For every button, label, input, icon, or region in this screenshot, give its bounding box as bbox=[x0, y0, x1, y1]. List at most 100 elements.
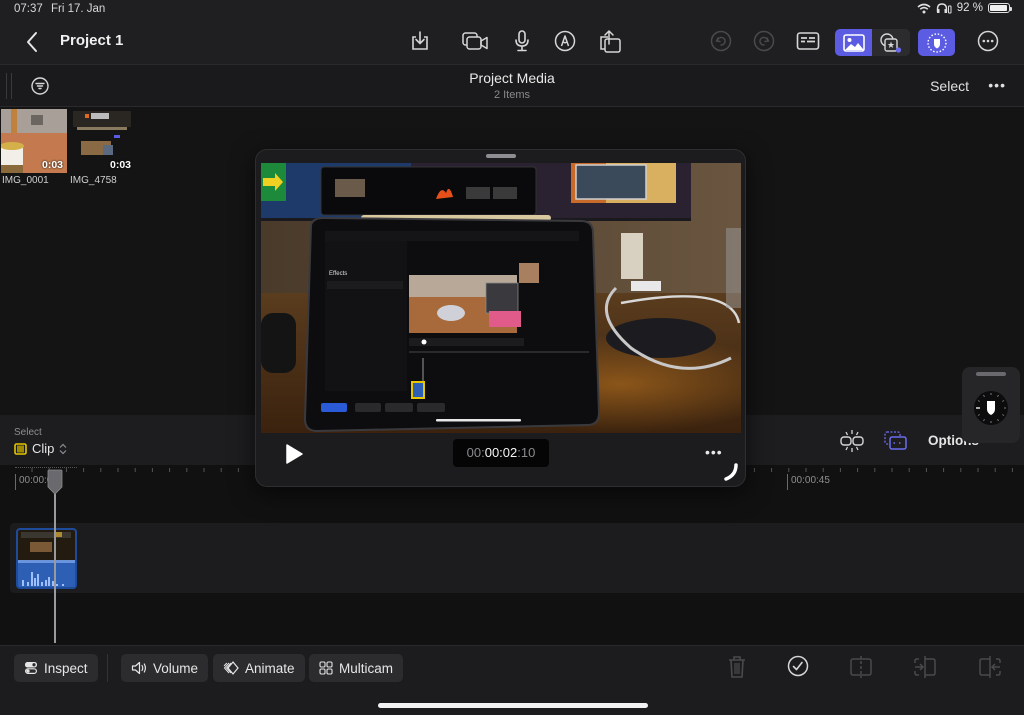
import-button[interactable] bbox=[407, 28, 433, 54]
media-duration: 0:03 bbox=[41, 159, 63, 171]
ruler-range-marker bbox=[15, 467, 77, 469]
speaker-icon bbox=[131, 661, 146, 675]
battery-percent: 92 % bbox=[956, 2, 983, 14]
inspect-label: Inspect bbox=[44, 660, 88, 676]
popover-resize-handle[interactable] bbox=[723, 463, 739, 481]
more-button[interactable] bbox=[975, 28, 1001, 54]
privacy-button[interactable] bbox=[918, 29, 955, 56]
camera-icon bbox=[462, 32, 488, 50]
main-track bbox=[10, 523, 1024, 593]
more-icon bbox=[977, 30, 999, 52]
undo-button[interactable] bbox=[708, 28, 734, 54]
select-mode-value: Clip bbox=[32, 441, 55, 456]
multitrack-button[interactable] bbox=[883, 429, 909, 453]
multicam-button[interactable]: Multicam bbox=[309, 654, 404, 682]
timeline-clip[interactable] bbox=[16, 528, 77, 589]
voiceover-button[interactable] bbox=[509, 28, 535, 54]
status-time: 07:37 bbox=[14, 3, 43, 15]
media-name: IMG_0001 bbox=[2, 175, 49, 186]
widget-grabber[interactable] bbox=[976, 372, 1006, 376]
split-button[interactable] bbox=[848, 654, 874, 680]
media-browser-toggle[interactable] bbox=[835, 29, 872, 56]
timecode-frames: 10 bbox=[520, 445, 536, 460]
privacy-dial-widget[interactable] bbox=[962, 367, 1020, 443]
media-more-button[interactable]: ••• bbox=[988, 77, 1006, 93]
draw-button[interactable] bbox=[552, 28, 578, 54]
headphones-icon bbox=[936, 2, 952, 13]
svg-text:Effects: Effects bbox=[329, 271, 347, 277]
play-button[interactable] bbox=[282, 442, 306, 466]
timecode-display: 00:00:02:10 bbox=[453, 439, 549, 467]
ruler-label: 00:00:45 bbox=[787, 474, 830, 490]
checkmark-circle-icon bbox=[787, 655, 809, 677]
play-icon bbox=[286, 444, 303, 464]
delete-button[interactable] bbox=[725, 654, 751, 680]
animate-label: Animate bbox=[245, 660, 295, 676]
trash-icon bbox=[729, 656, 745, 678]
video-frame-image: Effects bbox=[261, 163, 741, 433]
pencil-icon bbox=[554, 30, 576, 52]
inspector-button[interactable] bbox=[795, 28, 821, 54]
effects-browser-toggle[interactable] bbox=[872, 29, 910, 56]
trim-start-button[interactable] bbox=[912, 654, 938, 680]
microphone-icon bbox=[515, 30, 529, 52]
media-browser-title: Project Media bbox=[469, 70, 555, 86]
timecode-main: 00:02 bbox=[484, 445, 518, 460]
top-bar: 07:37 Fri 17. Jan 92 % Project 1 bbox=[0, 0, 1024, 64]
back-button[interactable] bbox=[22, 30, 42, 54]
volume-button[interactable]: Volume bbox=[121, 654, 209, 682]
dial-knob[interactable] bbox=[973, 390, 1009, 426]
multicam-label: Multicam bbox=[339, 660, 394, 676]
select-mode-picker[interactable]: Clip bbox=[14, 441, 67, 456]
media-duration: 0:03 bbox=[109, 159, 131, 171]
playhead-handle[interactable] bbox=[47, 469, 63, 495]
select-mode-label: Select bbox=[14, 427, 42, 438]
video-preview[interactable]: Effects bbox=[261, 163, 741, 433]
media-name: IMG_4758 bbox=[70, 175, 117, 186]
project-title: Project 1 bbox=[60, 32, 124, 49]
split-icon bbox=[850, 656, 872, 678]
resize-corner-icon bbox=[724, 463, 738, 481]
photo-icon bbox=[842, 33, 865, 52]
battery-fill bbox=[990, 5, 1007, 11]
playhead-knob-icon bbox=[47, 469, 63, 495]
chevron-updown-icon bbox=[59, 443, 67, 454]
multitrack-icon bbox=[884, 431, 907, 450]
popover-grabber[interactable] bbox=[486, 154, 516, 158]
inspect-icon bbox=[25, 662, 38, 675]
inspect-button[interactable]: Inspect bbox=[14, 654, 98, 682]
volume-label: Volume bbox=[153, 660, 199, 676]
media-browser-header: Project Media 2 Items Select ••• bbox=[0, 64, 1024, 107]
done-button[interactable] bbox=[786, 654, 812, 680]
select-button[interactable]: Select bbox=[930, 78, 969, 94]
playhead-line bbox=[54, 477, 56, 643]
camera-button[interactable] bbox=[460, 28, 490, 54]
snapping-button[interactable] bbox=[838, 429, 866, 453]
effects-browser-icon bbox=[880, 32, 902, 53]
back-chevron-icon bbox=[27, 32, 37, 52]
snapping-icon bbox=[840, 430, 864, 452]
redo-icon bbox=[753, 30, 775, 52]
media-item-count: 2 Items bbox=[493, 89, 531, 101]
share-button[interactable] bbox=[597, 28, 623, 54]
dial-shield-icon bbox=[974, 391, 1008, 425]
trim-start-icon bbox=[914, 656, 936, 678]
toolbar-divider bbox=[107, 654, 108, 682]
redo-button[interactable] bbox=[751, 28, 777, 54]
battery-icon bbox=[988, 3, 1012, 13]
preview-more-button[interactable]: ••• bbox=[705, 444, 723, 460]
wifi-icon bbox=[917, 3, 931, 13]
status-date: Fri 17. Jan bbox=[51, 3, 106, 15]
animate-button[interactable]: Animate bbox=[213, 654, 305, 682]
share-icon bbox=[600, 30, 621, 53]
media-item[interactable]: 0:03 bbox=[1, 109, 67, 173]
keyframe-icon bbox=[223, 661, 239, 675]
preview-popover: Effects 00:00:02:10 ••• bbox=[255, 149, 746, 487]
home-indicator[interactable] bbox=[378, 703, 648, 708]
inspector-icon bbox=[796, 32, 820, 50]
timecode-hours: 00: bbox=[466, 445, 485, 460]
media-item[interactable]: 0:03 bbox=[69, 109, 135, 173]
timeline-tracks bbox=[0, 495, 1024, 645]
trim-end-button[interactable] bbox=[977, 654, 1003, 680]
privacy-shield-icon bbox=[926, 32, 947, 53]
